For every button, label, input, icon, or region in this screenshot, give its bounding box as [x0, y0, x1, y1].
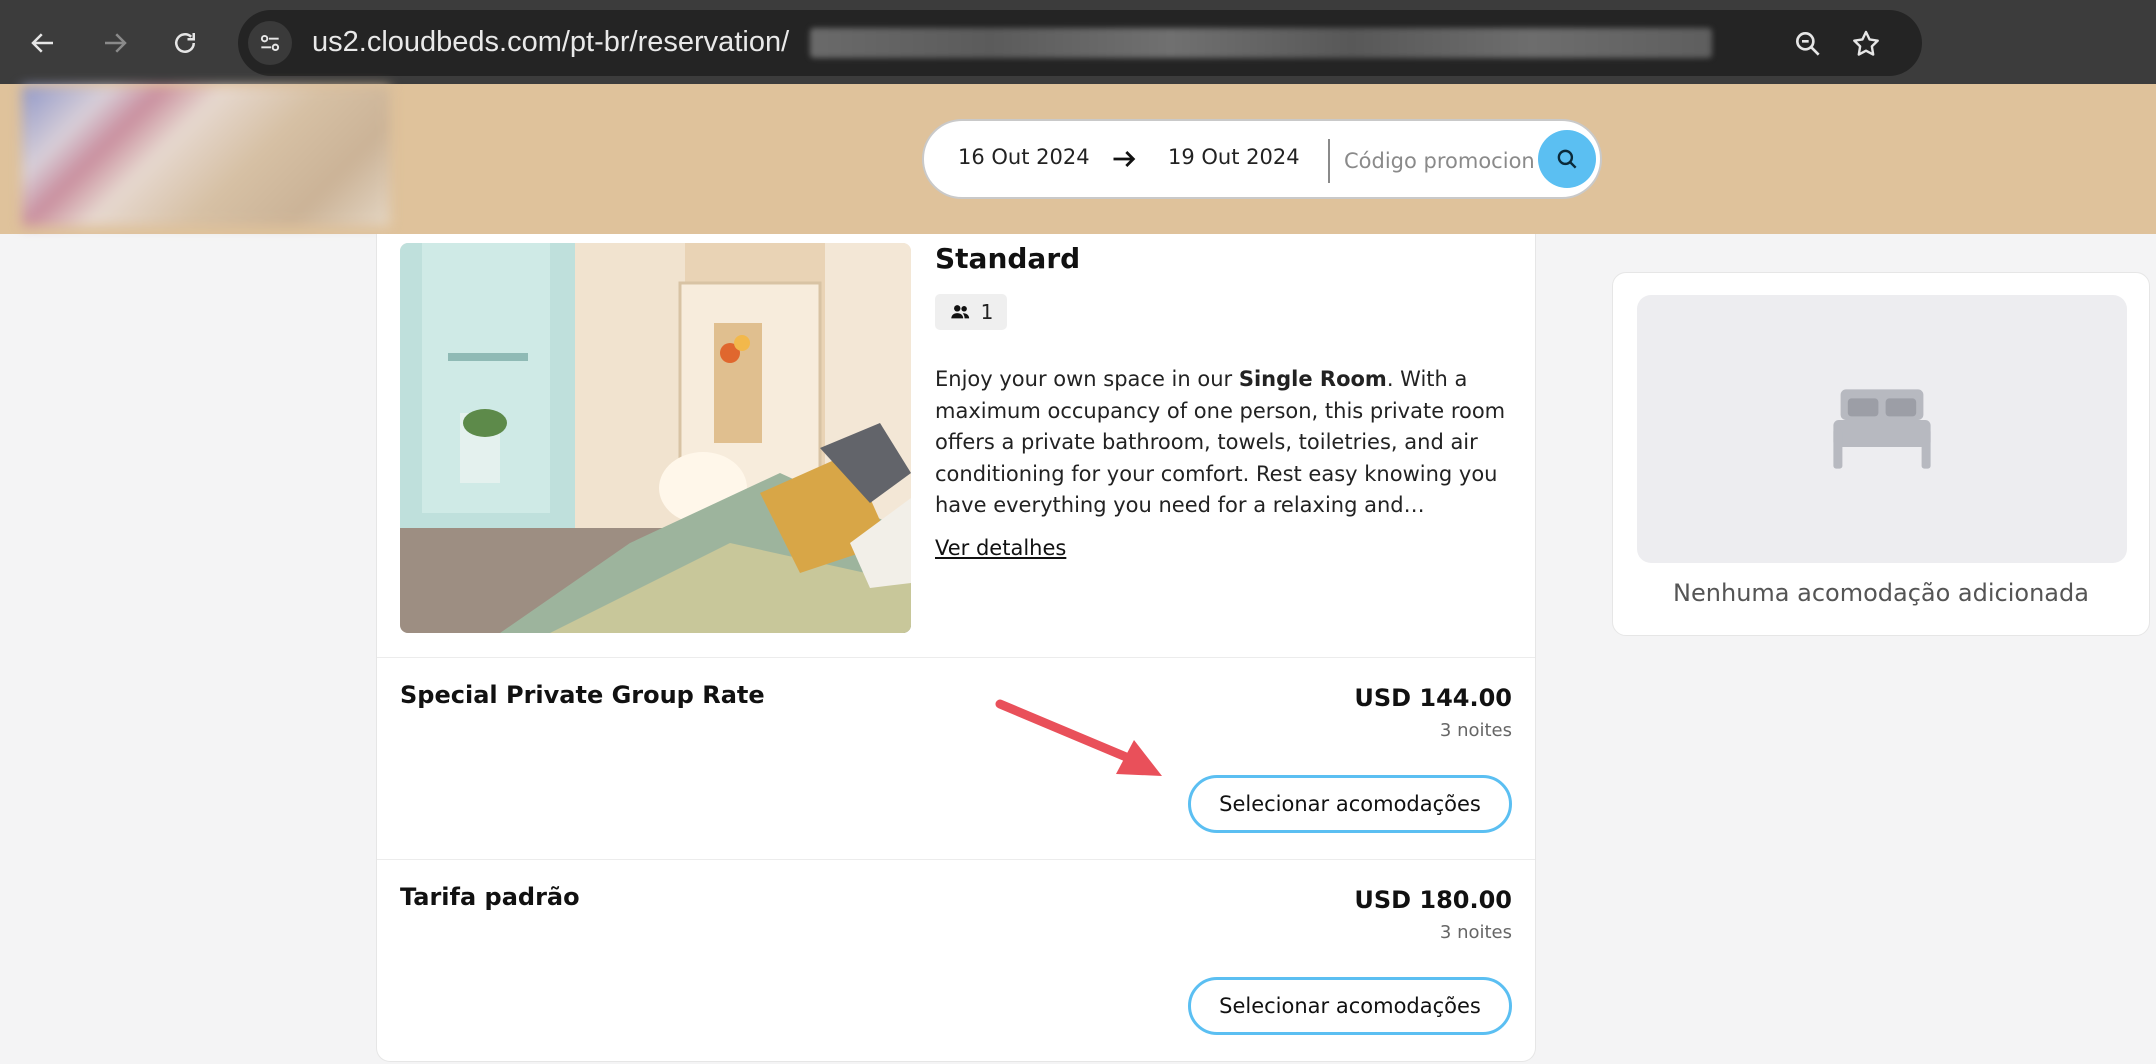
select-rooms-button[interactable]: Selecionar acomodações — [1188, 977, 1512, 1035]
summary-placeholder — [1637, 295, 2127, 563]
room-photo[interactable] — [400, 243, 911, 633]
rate-divider — [377, 657, 1535, 658]
select-rooms-button[interactable]: Selecionar acomodações — [1188, 775, 1512, 833]
occupancy-badge: 1 — [935, 294, 1007, 330]
back-arrow-icon — [31, 33, 53, 53]
room-description: Enjoy your own space in our Single Room.… — [935, 364, 1515, 522]
browser-toolbar: us2.cloudbeds.com/pt-br/reservation/ — [0, 0, 2156, 84]
rate-name: Special Private Group Rate — [400, 681, 765, 709]
annotation-arrow — [995, 699, 1162, 776]
url-redacted — [810, 28, 1712, 58]
rate-price: USD 180.00 — [1354, 886, 1512, 914]
search-divider — [1328, 139, 1330, 183]
promo-code-input[interactable] — [1342, 141, 1536, 181]
booking-summary-card: Nenhuma acomodação adicionada — [1612, 272, 2150, 636]
occupancy-count: 1 — [980, 300, 994, 324]
date-search-bar: 16 Out 2024 19 Out 2024 — [922, 119, 1602, 199]
hotel-logo[interactable] — [22, 86, 390, 226]
reload-button[interactable] — [164, 22, 206, 64]
rate-price: USD 144.00 — [1354, 684, 1512, 712]
checkin-date[interactable]: 16 Out 2024 — [958, 145, 1090, 169]
view-details-link[interactable]: Ver detalhes — [935, 536, 1066, 560]
checkout-date[interactable]: 19 Out 2024 — [1168, 145, 1300, 169]
forward-arrow-icon — [105, 33, 127, 53]
forward-button[interactable] — [94, 22, 136, 64]
arrow-right-icon — [1113, 151, 1136, 167]
address-bar[interactable]: us2.cloudbeds.com/pt-br/reservation/ — [238, 10, 1922, 76]
rate-divider — [377, 859, 1535, 860]
site-header: 16 Out 2024 19 Out 2024 — [0, 84, 2156, 234]
zoom-icon[interactable] — [1790, 26, 1826, 62]
guests-icon — [950, 305, 969, 319]
bookmark-star-icon[interactable] — [1848, 26, 1884, 62]
search-icon — [1557, 149, 1577, 169]
bed-icon — [1833, 389, 1931, 469]
back-button[interactable] — [22, 22, 64, 64]
description-text: Enjoy your own space in our — [935, 367, 1239, 391]
url-text: us2.cloudbeds.com/pt-br/reservation/ — [312, 26, 790, 58]
reload-icon — [175, 33, 195, 53]
room-title: Standard — [935, 242, 1081, 275]
rate-nights: 3 noites — [1439, 922, 1512, 943]
description-room-name: Single Room — [1238, 367, 1387, 391]
site-settings-icon[interactable] — [248, 21, 292, 65]
search-button[interactable] — [1538, 130, 1596, 188]
rate-nights: 3 noites — [1439, 720, 1512, 741]
rate-name: Tarifa padrão — [400, 883, 580, 911]
no-rooms-added-text: Nenhuma acomodação adicionada — [1673, 579, 2089, 607]
room-card: Standard 1 Enjoy your own space in our S… — [376, 234, 1536, 1062]
